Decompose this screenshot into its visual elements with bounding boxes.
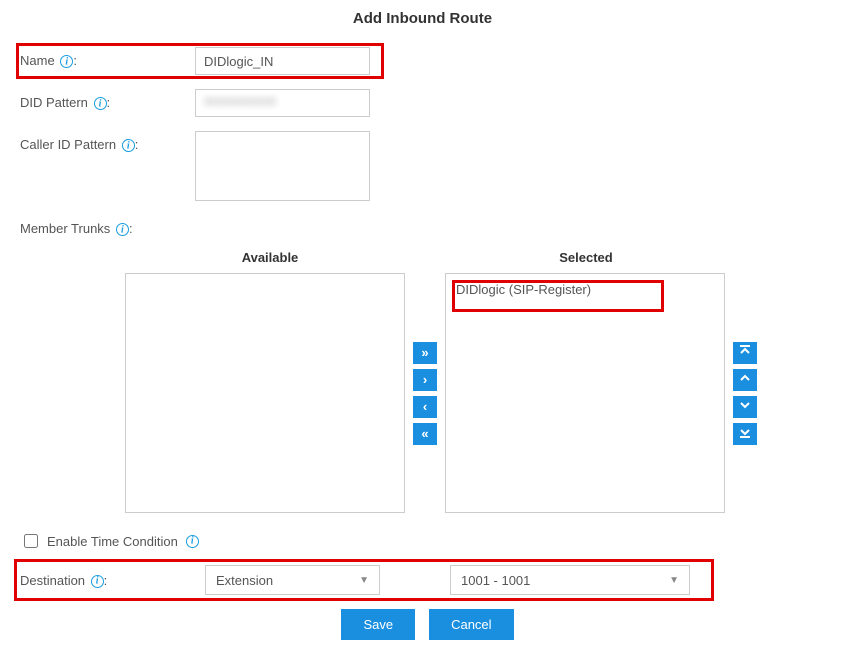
- info-icon[interactable]: [91, 575, 104, 588]
- move-all-right-button[interactable]: »: [413, 342, 437, 364]
- did-pattern-input[interactable]: 0000000000: [195, 89, 370, 117]
- caller-id-label: Caller ID Pattern :: [10, 131, 195, 152]
- bar-up-icon: [739, 345, 751, 360]
- double-chevron-right-icon: »: [421, 345, 428, 360]
- move-top-button[interactable]: [733, 342, 757, 364]
- bar-down-icon: [739, 426, 751, 441]
- chevron-down-icon: [739, 399, 751, 414]
- chevron-up-icon: [739, 372, 751, 387]
- save-button[interactable]: Save: [341, 609, 415, 640]
- name-label: Name :: [10, 47, 195, 68]
- move-left-button[interactable]: ‹: [413, 396, 437, 418]
- available-listbox[interactable]: [125, 273, 405, 513]
- move-all-left-button[interactable]: «: [413, 423, 437, 445]
- available-header: Available: [130, 250, 410, 265]
- move-up-button[interactable]: [733, 369, 757, 391]
- info-icon[interactable]: [122, 139, 135, 152]
- page-title: Add Inbound Route: [10, 10, 835, 27]
- enable-time-label: Enable Time Condition: [47, 534, 178, 549]
- double-chevron-left-icon: «: [421, 426, 428, 441]
- destination-label: Destination :: [20, 573, 205, 588]
- chevron-down-icon: ▼: [359, 575, 369, 586]
- destination-type-select[interactable]: Extension ▼: [205, 565, 380, 595]
- selected-header: Selected: [446, 250, 726, 265]
- name-input[interactable]: [195, 47, 370, 75]
- select-value: Extension: [216, 573, 273, 588]
- info-icon[interactable]: [186, 535, 199, 548]
- chevron-left-icon: ‹: [423, 399, 427, 414]
- move-right-button[interactable]: ›: [413, 369, 437, 391]
- list-item[interactable]: DIDlogic (SIP-Register): [446, 274, 724, 305]
- move-down-button[interactable]: [733, 396, 757, 418]
- info-icon[interactable]: [94, 97, 107, 110]
- chevron-right-icon: ›: [423, 372, 427, 387]
- select-value: 1001 - 1001: [461, 573, 530, 588]
- enable-time-checkbox[interactable]: [24, 534, 38, 548]
- cancel-button[interactable]: Cancel: [429, 609, 513, 640]
- info-icon[interactable]: [116, 223, 129, 236]
- selected-listbox[interactable]: DIDlogic (SIP-Register): [445, 273, 725, 513]
- member-trunks-label: Member Trunks :: [10, 215, 133, 236]
- destination-target-select[interactable]: 1001 - 1001 ▼: [450, 565, 690, 595]
- did-pattern-label: DID Pattern :: [10, 89, 195, 110]
- info-icon[interactable]: [60, 55, 73, 68]
- chevron-down-icon: ▼: [669, 575, 679, 586]
- move-bottom-button[interactable]: [733, 423, 757, 445]
- caller-id-input[interactable]: [195, 131, 370, 201]
